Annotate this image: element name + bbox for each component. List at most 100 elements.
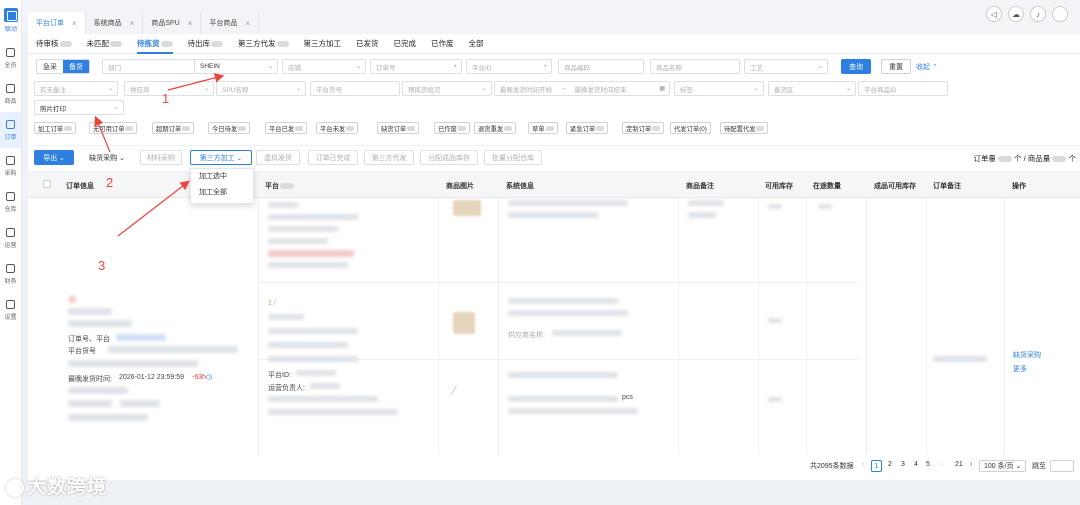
latest-ship-range[interactable]: 最晚发货时间开始 → 最晚发货时间结束 ▦ (494, 81, 670, 96)
product-image[interactable] (453, 200, 481, 216)
warehouse-icon (6, 191, 15, 201)
platform-select[interactable]: SHEIN ⌄ (194, 59, 278, 74)
quick-tag[interactable]: 无可用订单 (89, 122, 138, 134)
status-tab-voided[interactable]: 已作废 (431, 34, 454, 54)
craft-select[interactable]: 工艺 ⌄ (744, 59, 828, 74)
goods-code-input[interactable]: 商品编码 (558, 59, 644, 74)
select-all-checkbox[interactable] (43, 180, 51, 188)
quick-tag[interactable]: 平台未发 (316, 122, 359, 134)
status-label: 第三方加工 (303, 39, 342, 48)
order-done-button[interactable]: 订单已完成 (308, 150, 358, 165)
quick-tag[interactable]: 平台已发 (265, 122, 308, 134)
mode-stock[interactable]: 备货 (63, 60, 89, 73)
app-logo[interactable]: 联动 (0, 0, 22, 40)
export-button[interactable]: 导出 ⌄ (34, 150, 74, 165)
page-4[interactable]: 4 (914, 461, 918, 468)
speaker-icon[interactable]: ◁ (986, 6, 1002, 22)
order-no-label: 订单号、平台 (68, 336, 110, 343)
assign-stock-button[interactable]: 分配成品库存 (420, 150, 478, 165)
process-all-item[interactable]: 加工全部 (191, 185, 253, 201)
status-tab-unmatched[interactable]: 未匹配 (87, 34, 122, 54)
product-image[interactable] (453, 312, 475, 334)
order-no-input[interactable]: 订单号 + (370, 59, 462, 74)
nav-item-operations[interactable]: 运营 (0, 220, 21, 256)
virtual-ship-button[interactable]: 虚拟发货 (256, 150, 300, 165)
tab-goods-spu[interactable]: 商品SPU × (143, 12, 202, 34)
jump-input[interactable] (1050, 460, 1074, 472)
quick-tag[interactable]: 缺货订单 (377, 122, 420, 134)
nav-item-finance[interactable]: 财务 (0, 256, 21, 292)
page-2[interactable]: 2 (888, 461, 892, 468)
more-link[interactable]: 更多 (1013, 364, 1027, 374)
prepick-select[interactable]: 预拣货批次 ⌄ (402, 81, 492, 96)
restock-purchase-link[interactable]: 缺货采购 (1013, 350, 1041, 360)
query-button[interactable]: 查询 (841, 59, 871, 74)
store-select[interactable]: 店铺 ⌄ (282, 59, 366, 74)
bell-icon[interactable]: ♪ (1030, 6, 1046, 22)
product-image[interactable]: ⁄ (453, 382, 455, 398)
next-page-icon[interactable]: › (970, 461, 972, 468)
page-1[interactable]: 1 (871, 460, 882, 472)
close-icon[interactable]: × (245, 19, 250, 28)
close-icon[interactable]: × (188, 19, 193, 28)
close-icon[interactable]: × (130, 19, 135, 28)
platform-id-input[interactable]: 平台ID + (466, 59, 552, 74)
batch-assign-warehouse-button[interactable]: 批量分配仓库 (484, 150, 542, 165)
platform-goods-id-input[interactable]: 平台商品ID (858, 81, 948, 96)
cloud-icon[interactable]: ☁ (1008, 6, 1024, 22)
tab-system-goods[interactable]: 系统商品 × (86, 12, 144, 34)
page-ellipsis[interactable]: ··· (938, 461, 945, 468)
collapse-link[interactable]: 收起 ⌃ (916, 62, 938, 72)
third-party-ship-button[interactable]: 第三方代发 (364, 150, 414, 165)
quick-tag[interactable]: 已作废 (434, 122, 470, 134)
avatar[interactable] (1052, 6, 1068, 22)
quick-tag[interactable]: 加工订单 (34, 122, 77, 134)
platform-order-input[interactable]: 平台货号 (310, 81, 400, 96)
status-tab-third-party-ship[interactable]: 第三方代发 (238, 34, 289, 54)
page-5[interactable]: 5 (926, 461, 930, 468)
status-tab-pending-outbound[interactable]: 待出库 (188, 34, 223, 54)
nav-item-warehouse[interactable]: 仓库 (0, 184, 21, 220)
status-tab-all[interactable]: 全部 (469, 34, 484, 54)
quick-tag[interactable]: 定制订单 (622, 122, 665, 134)
restock-purchase-button[interactable]: 缺货采购 ⌄ (80, 150, 134, 165)
chevron-down-icon: ⌄ (113, 105, 119, 111)
tab-platform-orders[interactable]: 平台订单 × (28, 12, 86, 34)
spu-select[interactable]: SPU名称 ⌄ (216, 81, 306, 96)
nav-item-orders[interactable]: 订单 (0, 112, 21, 148)
status-tab-shipped[interactable]: 已发货 (356, 34, 379, 54)
status-tab-completed[interactable]: 已完成 (394, 34, 417, 54)
process-selected-item[interactable]: 加工选中 (191, 169, 253, 185)
reset-button[interactable]: 重置 (881, 59, 911, 74)
goods-name-input[interactable]: 商品名称 (650, 59, 740, 74)
page-size-select[interactable]: 100 条/页 ⌄ (979, 460, 1027, 472)
quick-tag[interactable]: 今日待发 (208, 122, 251, 134)
stock-area-select[interactable]: 备货区 ⌄ (768, 81, 856, 96)
remark-select[interactable]: 有无备注 ⌄ (34, 81, 118, 96)
quick-tag[interactable]: 草单 (528, 122, 558, 134)
tab-platform-goods[interactable]: 平台商品 × (201, 12, 260, 34)
watermark: 大数跨境 (6, 472, 107, 499)
page-3[interactable]: 3 (901, 461, 905, 468)
status-tab-pending-review[interactable]: 待审核 (36, 34, 72, 54)
quick-tag[interactable]: 紧急订单 (566, 122, 609, 134)
material-purchase-button[interactable]: 材料采购 (140, 150, 182, 165)
nav-label: 商品 (4, 98, 17, 105)
prev-page-icon[interactable]: ‹ (862, 461, 864, 468)
quick-tag[interactable]: 退货重发 (474, 122, 517, 134)
page-last[interactable]: 21 (955, 461, 963, 468)
mode-urgent[interactable]: 急采 (37, 60, 63, 73)
quick-tag[interactable]: 超期订单 (152, 122, 195, 134)
nav-item-settings[interactable]: 设置 (0, 292, 21, 328)
quick-tag[interactable]: 代发订单(0) (670, 122, 711, 134)
third-party-processing-button[interactable]: 第三方加工 ⌄ (190, 150, 252, 165)
status-tab-third-party-process[interactable]: 第三方加工 (304, 34, 342, 54)
close-icon[interactable]: × (72, 19, 77, 28)
nav-item-home[interactable]: 全员 (0, 40, 21, 76)
nav-item-goods[interactable]: 商品 (0, 76, 21, 112)
quick-tag[interactable]: 待配置代发 (720, 122, 769, 134)
nav-item-purchase[interactable]: 采购 (0, 148, 21, 184)
status-tab-pending-pick[interactable]: 待拣货 (137, 34, 173, 54)
photo-print-select[interactable]: 照片打印 ⌄ (34, 100, 124, 115)
tag-select[interactable]: 标签 ⌄ (674, 81, 764, 96)
